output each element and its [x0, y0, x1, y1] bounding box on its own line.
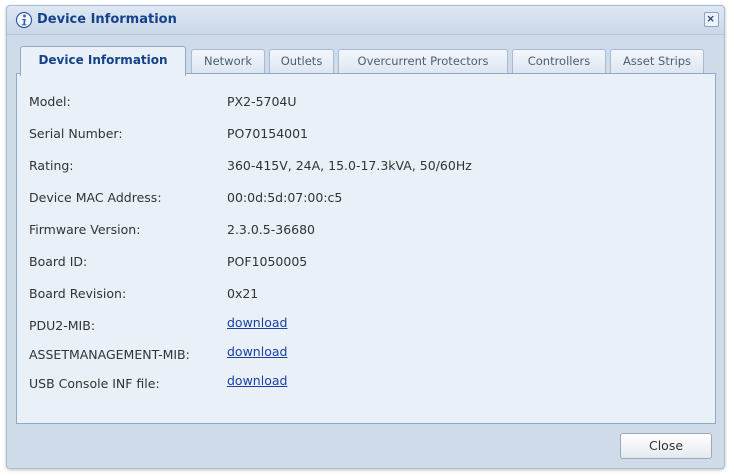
- device-information-dialog: Device Information Device Information Ne…: [6, 5, 725, 469]
- field-row-assetmanagement-mib: ASSETMANAGEMENT-MIB: download: [17, 344, 715, 364]
- field-value-firmware-version: 2.3.0.5-36680: [227, 222, 316, 237]
- tab-device-information[interactable]: Device Information: [20, 46, 186, 76]
- pdu2-mib-download-link[interactable]: download: [227, 315, 287, 330]
- field-label: USB Console INF file:: [29, 376, 160, 391]
- field-value-model: PX2-5704U: [227, 94, 297, 109]
- tab-controllers[interactable]: Controllers: [512, 49, 606, 73]
- field-label: PDU2-MIB:: [29, 318, 96, 333]
- field-row-board-revision: Board Revision: 0x21: [17, 286, 715, 306]
- field-label: Device MAC Address:: [29, 190, 162, 205]
- dialog-footer: Close: [7, 426, 724, 468]
- field-label: Firmware Version:: [29, 222, 141, 237]
- tab-network[interactable]: Network: [191, 49, 265, 73]
- field-row-mac-address: Device MAC Address: 00:0d:5d:07:00:c5: [17, 190, 715, 210]
- field-value-board-revision: 0x21: [227, 286, 259, 301]
- field-row-board-id: Board ID: POF1050005: [17, 254, 715, 274]
- device-information-panel: Model: PX2-5704U Serial Number: PO701540…: [16, 73, 716, 424]
- field-row-pdu2-mib: PDU2-MIB: download: [17, 315, 715, 335]
- tab-strip: Device Information Network Outlets Overc…: [16, 46, 716, 76]
- tab-outlets[interactable]: Outlets: [269, 49, 334, 73]
- field-row-rating: Rating: 360-415V, 24A, 15.0-17.3kVA, 50/…: [17, 158, 715, 178]
- field-label: ASSETMANAGEMENT-MIB:: [29, 347, 190, 362]
- field-row-usb-console-inf: USB Console INF file: download: [17, 373, 715, 393]
- tab-overcurrent-protectors[interactable]: Overcurrent Protectors: [338, 49, 508, 73]
- field-value-rating: 360-415V, 24A, 15.0-17.3kVA, 50/60Hz: [227, 158, 472, 173]
- assetmanagement-mib-download-link[interactable]: download: [227, 344, 287, 359]
- close-button[interactable]: Close: [620, 433, 712, 459]
- dialog-titlebar[interactable]: Device Information: [7, 6, 724, 35]
- field-label: Rating:: [29, 158, 74, 173]
- field-label: Model:: [29, 94, 71, 109]
- field-label: Board Revision:: [29, 286, 127, 301]
- field-row-firmware-version: Firmware Version: 2.3.0.5-36680: [17, 222, 715, 242]
- usb-console-inf-download-link[interactable]: download: [227, 373, 287, 388]
- dialog-title: Device Information: [37, 12, 177, 27]
- field-value-board-id: POF1050005: [227, 254, 308, 269]
- tab-asset-strips[interactable]: Asset Strips: [610, 49, 704, 73]
- field-row-model: Model: PX2-5704U: [17, 94, 715, 114]
- field-row-serial-number: Serial Number: PO70154001: [17, 126, 715, 146]
- close-icon[interactable]: [704, 12, 719, 27]
- info-icon: [15, 11, 33, 29]
- field-label: Serial Number:: [29, 126, 123, 141]
- field-value-mac-address: 00:0d:5d:07:00:c5: [227, 190, 343, 205]
- field-value-serial-number: PO70154001: [227, 126, 308, 141]
- field-label: Board ID:: [29, 254, 88, 269]
